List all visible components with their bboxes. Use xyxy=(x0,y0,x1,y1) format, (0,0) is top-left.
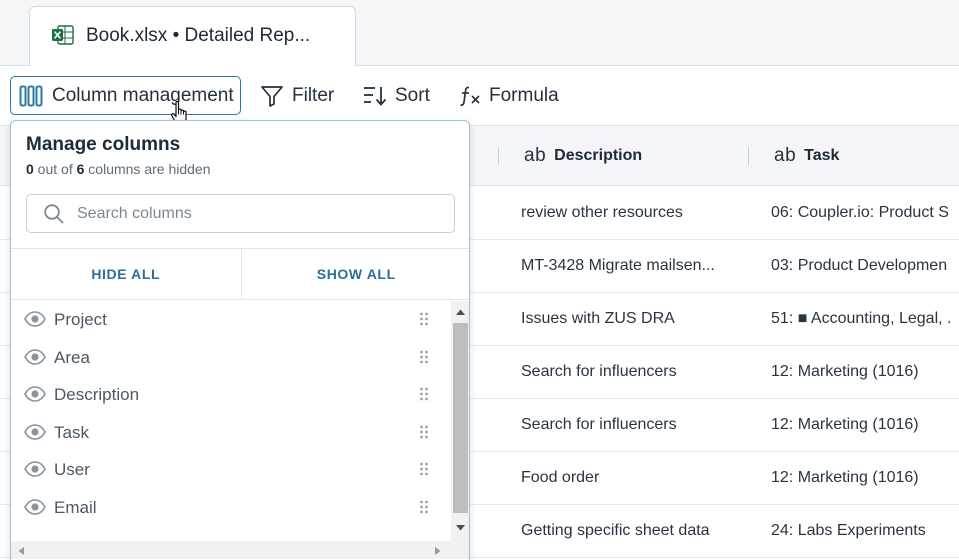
search-icon xyxy=(44,203,64,224)
tab-bar: Book.xlsx • Detailed Rep... xyxy=(0,0,959,67)
cell-task[interactable]: 06: Coupler.io: Product S xyxy=(771,187,959,239)
eye-icon[interactable] xyxy=(24,386,46,402)
excel-icon xyxy=(52,25,74,45)
column-item-project[interactable]: Project xyxy=(11,301,451,338)
column-separator[interactable] xyxy=(498,147,499,165)
scrollbar-corner xyxy=(451,541,469,559)
eye-icon[interactable] xyxy=(24,311,46,327)
scrollbar-thumb[interactable] xyxy=(453,323,468,513)
drag-handle-icon[interactable] xyxy=(419,387,429,401)
cell-description[interactable]: Search for influencers xyxy=(521,399,731,451)
show-all-button[interactable]: SHOW ALL xyxy=(240,249,470,299)
cell-task[interactable]: 12: Marketing (1016) xyxy=(771,346,959,398)
text-type-icon: ab xyxy=(774,145,797,166)
column-item-user[interactable]: User xyxy=(11,451,451,488)
scroll-left-icon[interactable] xyxy=(17,546,25,556)
sort-icon xyxy=(364,86,387,106)
out-of-text: out of xyxy=(33,161,77,177)
cell-description[interactable]: review other resources xyxy=(521,187,731,239)
panel-actions: HIDE ALL SHOW ALL xyxy=(11,248,470,300)
column-separator[interactable] xyxy=(748,147,749,165)
filter-button[interactable]: Filter xyxy=(260,76,334,115)
scroll-right-icon[interactable] xyxy=(434,546,442,556)
hide-all-button[interactable]: HIDE ALL xyxy=(11,249,241,299)
hidden-columns-summary: 0 out of 6 columns are hidden xyxy=(26,161,210,177)
toolbar: Column management Filter Sort Formula xyxy=(0,66,959,126)
eye-icon[interactable] xyxy=(24,461,46,477)
column-item-description[interactable]: Description xyxy=(11,376,451,413)
horizontal-scrollbar[interactable] xyxy=(11,541,451,559)
column-item-label: Description xyxy=(54,384,140,404)
drag-handle-icon[interactable] xyxy=(419,462,429,476)
cell-task[interactable]: 12: Marketing (1016) xyxy=(771,452,959,504)
column-item-task[interactable]: Task xyxy=(11,414,451,451)
tab-book-xlsx[interactable]: Book.xlsx • Detailed Rep... xyxy=(29,6,356,67)
column-header-description[interactable]: ab Description xyxy=(524,126,642,186)
tab-title: Book.xlsx • Detailed Rep... xyxy=(86,25,311,46)
sort-label: Sort xyxy=(395,84,430,106)
column-item-label: Email xyxy=(54,497,97,517)
panel-title: Manage columns xyxy=(26,134,181,155)
column-management-button[interactable]: Column management xyxy=(10,76,241,115)
sort-button[interactable]: Sort xyxy=(362,76,430,115)
column-management-label: Column management xyxy=(52,84,234,106)
column-header-task[interactable]: ab Task xyxy=(774,126,839,186)
column-list: Project Area Description Task User Email xyxy=(11,301,451,541)
formula-icon xyxy=(460,86,480,106)
eye-icon[interactable] xyxy=(24,424,46,440)
search-columns-box[interactable] xyxy=(26,194,455,233)
cell-task[interactable]: 24: Labs Experiments xyxy=(771,505,959,557)
column-item-area[interactable]: Area xyxy=(11,339,451,376)
manage-columns-panel: Manage columns 0 out of 6 columns are hi… xyxy=(10,120,470,560)
drag-handle-icon[interactable] xyxy=(419,425,429,439)
formula-button[interactable]: Formula xyxy=(459,76,559,115)
cell-description[interactable]: Food order xyxy=(521,452,731,504)
cell-task[interactable]: 51: ■ Accounting, Legal, . xyxy=(771,293,959,345)
vertical-scrollbar[interactable] xyxy=(451,301,469,541)
column-item-email[interactable]: Email xyxy=(11,489,451,526)
eye-icon[interactable] xyxy=(24,499,46,515)
column-header-label: Description xyxy=(554,147,643,164)
column-item-label: Area xyxy=(54,347,90,367)
cell-description[interactable]: Search for influencers xyxy=(521,346,731,398)
column-item-label: Project xyxy=(54,309,107,329)
formula-label: Formula xyxy=(489,84,559,106)
scroll-up-icon[interactable] xyxy=(455,308,466,316)
filter-icon xyxy=(261,85,283,107)
cell-description[interactable]: Getting specific sheet data xyxy=(521,505,731,557)
columns-icon xyxy=(19,85,43,106)
text-type-icon: ab xyxy=(524,145,547,166)
filter-label: Filter xyxy=(292,84,335,106)
eye-icon[interactable] xyxy=(24,349,46,365)
cell-description[interactable]: MT-3428 Migrate mailsen... xyxy=(521,240,731,292)
column-header-label: Task xyxy=(804,147,840,164)
cell-task[interactable]: 12: Marketing (1016) xyxy=(771,399,959,451)
hidden-count: 0 xyxy=(26,161,34,177)
drag-handle-icon[interactable] xyxy=(419,500,429,514)
drag-handle-icon[interactable] xyxy=(419,312,429,326)
column-item-label: Task xyxy=(54,422,89,442)
search-columns-input[interactable] xyxy=(77,204,417,223)
hidden-text: columns are hidden xyxy=(84,161,211,177)
column-item-label: User xyxy=(54,459,90,479)
drag-handle-icon[interactable] xyxy=(419,350,429,364)
cell-description[interactable]: Issues with ZUS DRA xyxy=(521,293,731,345)
cell-task[interactable]: 03: Product Developmen xyxy=(771,240,959,292)
scroll-down-icon[interactable] xyxy=(455,524,466,532)
